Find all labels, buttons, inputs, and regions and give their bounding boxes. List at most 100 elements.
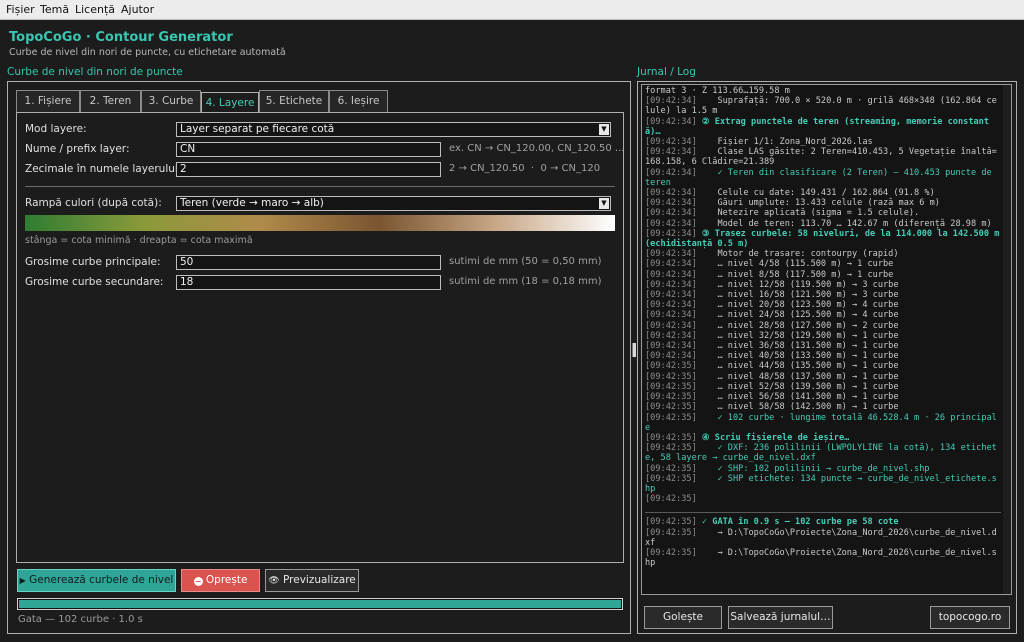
log-timestamp: [09:42:34] [645,96,697,107]
tab-terrain[interactable]: 2. Teren [80,90,141,112]
log-line: [09:42:35] … nivel 44/58 (135.500 m) → 1… [645,361,1001,371]
tab-contours[interactable]: 3. Curbe [141,90,201,112]
tab-output[interactable]: 6. Ieșire [329,90,388,112]
log-line: [09:42:35] ✓ SHP etichete: 134 puncte → … [645,474,1001,494]
log-message: Suprafață: 700.0 × 520.0 m · grilă 468×3… [645,96,997,117]
color-ramp-label: Rampă culori (după cotă): [25,197,162,209]
log-timestamp: [09:42:35] [645,381,697,392]
log-timestamp: [09:42:34] [645,290,697,301]
tab-labels[interactable]: 5. Etichete [259,90,329,112]
log-message: ✓ SHP: 102 polilinii → curbe_de_nivel.sh… [696,463,930,474]
log-text: format 3 · Z 113.66…159.58 m [09:42:34] S… [645,86,1001,591]
log-message: ✓ SHP etichete: 134 puncte → curbe_de_ni… [645,473,997,494]
log-message: ④ Scriu fișierele de ieșire… [696,432,850,443]
log-line: [09:42:34] … nivel 12/58 (119.500 m) → 3… [645,280,1001,290]
log-message: Model de teren: 113.70 … 142.67 m (difer… [696,218,992,229]
log-line: [09:42:34] Clase LAS găsite: 2 Teren=410… [645,147,1001,167]
log-message: … nivel 56/58 (141.500 m) → 1 curbe [696,392,899,403]
log-message: … nivel 36/58 (131.500 m) → 1 curbe [696,341,899,352]
menu-license[interactable]: Licență [75,3,115,16]
log-line: [09:42:35] ✓ DXF: 236 polilinii (LWPOLYL… [645,443,1001,463]
major-thickness-hint: sutimi de mm (50 = 0,50 mm) [449,256,602,267]
log-message: … nivel 52/58 (139.500 m) → 1 curbe [696,381,899,392]
log-line: [09:42:34] Netezire aplicată (sigma = 1.… [645,208,1001,218]
log-timestamp: [09:42:34] [645,198,697,209]
log-message: Netezire aplicată (sigma = 1.5 celule). [696,208,920,219]
log-timestamp: [09:42:35] [645,402,697,413]
log-message: … nivel 8/58 (117.500 m) → 1 curbe [696,269,894,280]
log-message: ✓ 102 curbe · lungime totală 46.528.4 m … [645,412,997,433]
log-line: [09:42:34] Model de teren: 113.70 … 142.… [645,219,1001,229]
menu-help[interactable]: Ajutor [121,3,154,16]
log-message: ③ Trasez curbele: 58 niveluri, de la 114… [645,228,1000,250]
log-timestamp: [09:42:35] [645,463,697,474]
splitter-handle[interactable] [632,343,636,357]
log-timestamp: [09:42:35] [645,527,697,538]
log-timestamp: [09:42:34] [645,188,697,199]
stop-button-label: Oprește [205,574,248,586]
log-message: … nivel 58/58 (142.500 m) → 1 curbe [696,402,899,413]
log-message: Găuri umplute: 13.433 celule (rază max 6… [696,198,940,209]
log-message: … nivel 40/58 (133.500 m) → 1 curbe [696,351,899,362]
log-line: [09:42:34] ✓ Teren din clasificare (2 Te… [645,168,1001,188]
log-message: … nivel 16/58 (121.500 m) → 3 curbe [696,290,899,301]
tab-files[interactable]: 1. Fișiere [16,90,80,112]
log-line: [09:42:34] ③ Trasez curbele: 58 niveluri… [645,229,1001,249]
app-subtitle: Curbe de nivel din nori de puncte, cu et… [9,47,286,58]
log-message: … nivel 24/58 (125.500 m) → 4 curbe [696,310,899,321]
log-line: [09:42:34] ② Extrag punctele de teren (s… [645,117,1001,137]
menu-file[interactable]: Fișier [6,3,35,16]
website-link-button[interactable]: topocogo.ro [930,606,1010,629]
tab-layers[interactable]: 4. Layere [201,92,259,113]
minor-thickness-input[interactable]: 18 [176,275,441,290]
log-line: [09:42:34] … nivel 28/58 (127.500 m) → 2… [645,321,1001,331]
layer-prefix-input[interactable]: CN [176,142,441,157]
generate-button[interactable]: ▶ Generează curbele de nivel [17,569,176,592]
log-message: ✓ Teren din clasificare (2 Teren) — 410.… [645,167,997,188]
layer-prefix-hint: ex. CN → CN_120.00, CN_120.50 ... [449,143,625,154]
log-message: Fișier 1/1: Zona_Nord_2026.las [696,137,873,148]
stop-icon: − [193,577,203,586]
eye-icon: 👁 [268,576,280,586]
layer-mode-select[interactable]: Layer separat pe fiecare cotă ▼ [176,122,611,137]
tab-content-frame [16,112,624,563]
log-timestamp: [09:42:35] [645,443,697,454]
chevron-down-icon: ▼ [599,198,609,209]
log-timestamp: [09:42:34] [645,147,697,158]
log-line: [09:42:35] … nivel 52/58 (139.500 m) → 1… [645,382,1001,392]
color-ramp-select[interactable]: Teren (verde → maro → alb) ▼ [176,196,611,211]
save-log-button[interactable]: Salvează jurnalul… [728,606,833,629]
log-message: ✓ GATA în 0.9 s — 102 curbe pe 58 cote [696,517,899,528]
layer-prefix-label: Nume / prefix layer: [25,143,130,155]
menu-bar: Fișier Temă Licență Ajutor [0,0,1024,20]
log-timestamp: [09:42:34] [645,259,697,270]
log-line: [09:42:34] … nivel 16/58 (121.500 m) → 3… [645,290,1001,300]
major-thickness-input[interactable]: 50 [176,255,441,270]
major-thickness-label: Grosime curbe principale: [25,256,161,268]
minor-thickness-hint: sutimi de mm (18 = 0,18 mm) [449,276,602,287]
stop-button[interactable]: − Oprește [181,569,260,592]
log-message: format 3 · Z 113.66…159.58 m [645,86,790,96]
progress-bar [17,598,623,610]
log-scrollbar[interactable] [1003,85,1011,594]
log-line: [09:42:34] … nivel 36/58 (131.500 m) → 1… [645,341,1001,351]
log-line: [09:42:34] Celule cu date: 149.431 / 162… [645,188,1001,198]
layer-decimals-input[interactable]: 2 [176,162,441,177]
log-timestamp: [09:42:34] [645,208,697,219]
clear-log-button[interactable]: Golește [644,606,722,629]
layer-decimals-hint: 2 → CN_120.50 · 0 → CN_120 [449,163,601,174]
menu-theme[interactable]: Temă [40,3,69,16]
chevron-down-icon: ▼ [599,124,609,135]
log-timestamp: [09:42:34] [645,218,697,229]
app-title: TopoCoGo · Contour Generator [9,30,233,45]
log-timestamp: [09:42:34] [645,351,697,362]
log-timestamp: [09:42:35] [645,547,697,558]
color-ramp-caption: stânga = cota minimă · dreapta = cota ma… [25,235,253,246]
log-line: [09:42:35] ✓ SHP: 102 polilinii → curbe_… [645,464,1001,474]
log-timestamp: [09:42:35] [645,412,697,423]
log-timestamp: [09:42:34] [645,341,697,352]
progress-fill [19,600,621,608]
log-line: [09:42:34] … nivel 8/58 (117.500 m) → 1 … [645,270,1001,280]
log-line: [09:42:35] → D:\TopoCoGo\Proiecte\Zona_N… [645,528,1001,548]
preview-button[interactable]: 👁 Previzualizare [265,569,359,592]
